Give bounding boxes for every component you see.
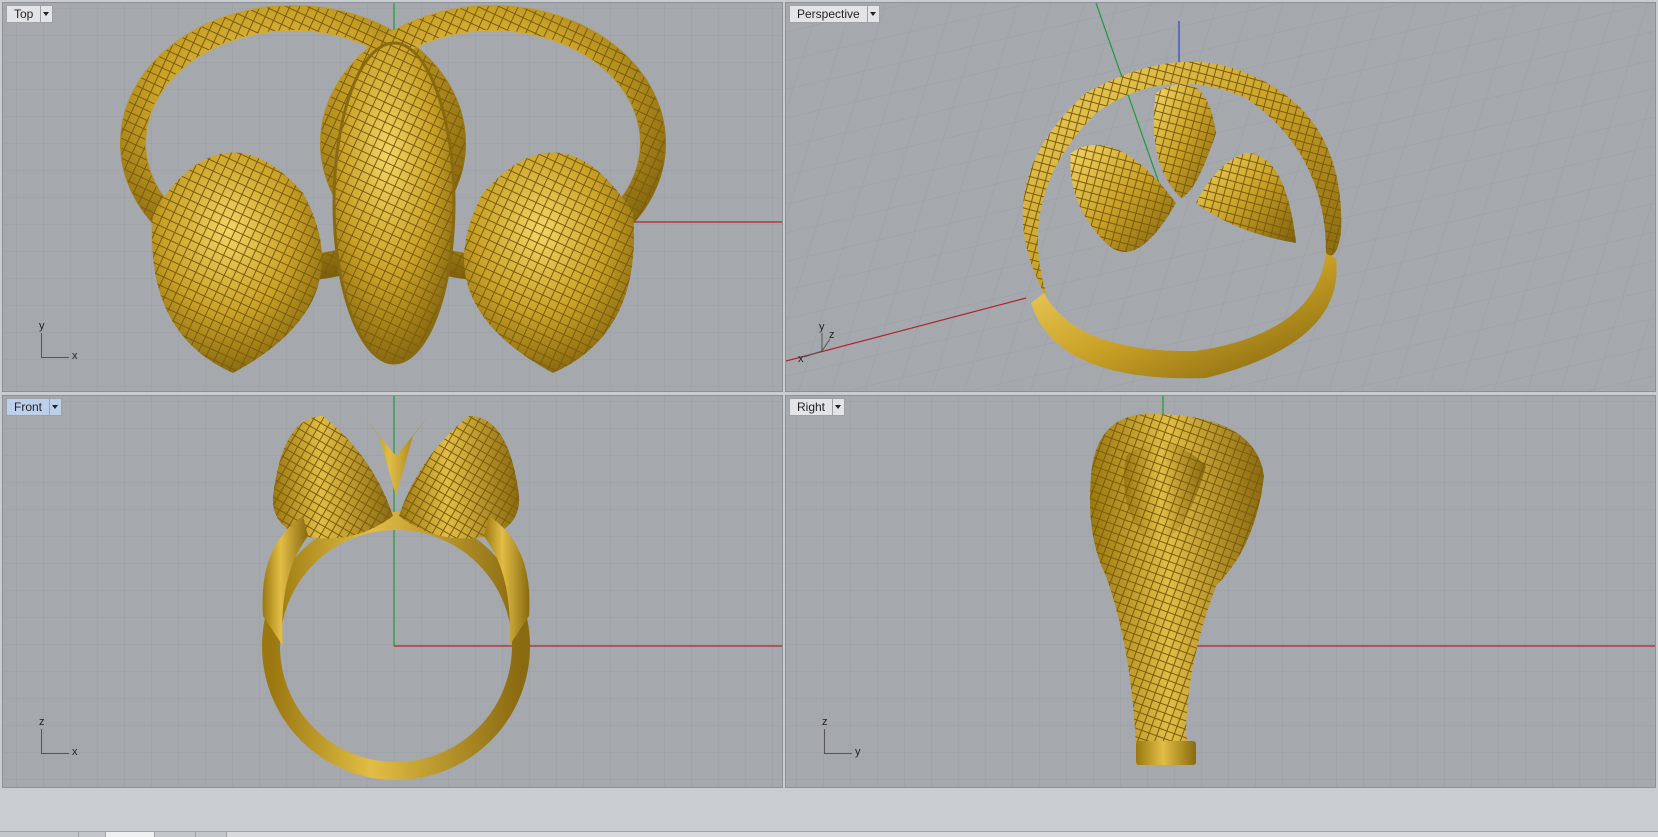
- axis-label-horizontal: x: [72, 746, 78, 758]
- viewport-front[interactable]: Front z x: [2, 395, 783, 788]
- viewport-perspective[interactable]: Perspective y z x: [785, 2, 1656, 392]
- viewport-perspective-canvas[interactable]: [786, 3, 1656, 392]
- axis-label-horizontal: y: [855, 746, 861, 758]
- axis-indicator-icon: z y: [818, 716, 868, 759]
- viewport-tab[interactable]: [0, 832, 79, 837]
- viewport-right-label: Right: [797, 400, 826, 414]
- chevron-down-icon[interactable]: [832, 399, 844, 415]
- viewport-top-title[interactable]: Top: [6, 5, 54, 23]
- axis-label-horizontal: x: [72, 350, 78, 362]
- viewport-top-canvas[interactable]: [3, 3, 783, 392]
- chevron-down-icon[interactable]: [866, 6, 879, 22]
- viewport-tab-strip: [0, 831, 1658, 837]
- rhino-viewports-app: Top y x Perspective y z x Front z x Righ…: [0, 0, 1658, 837]
- viewport-perspective-title[interactable]: Perspective: [789, 5, 880, 23]
- axis-label-y: y: [819, 321, 825, 333]
- viewport-tab[interactable]: [106, 832, 155, 837]
- viewport-tab[interactable]: [196, 832, 227, 837]
- axis-label-vertical: y: [39, 320, 45, 332]
- axis-indicator-icon: y z x: [792, 319, 852, 369]
- axis-label-x: x: [798, 353, 804, 365]
- axis-indicator-icon: y x: [35, 320, 85, 363]
- viewport-perspective-label: Perspective: [797, 7, 860, 21]
- chevron-down-icon[interactable]: [49, 399, 61, 415]
- axis-label-vertical: z: [822, 716, 828, 728]
- viewport-front-title[interactable]: Front: [6, 398, 63, 416]
- viewport-right-title[interactable]: Right: [789, 398, 846, 416]
- axis-label-vertical: z: [39, 716, 45, 728]
- axis-indicator-icon: z x: [35, 716, 85, 759]
- axis-label-z: z: [829, 329, 835, 341]
- viewport-top-label: Top: [14, 7, 34, 21]
- viewport-tab[interactable]: [155, 832, 196, 837]
- chevron-down-icon[interactable]: [40, 6, 52, 22]
- viewport-right[interactable]: Right z y: [785, 395, 1656, 788]
- viewport-top[interactable]: Top y x: [2, 2, 783, 392]
- viewport-front-label: Front: [14, 400, 43, 414]
- viewport-front-canvas[interactable]: [3, 396, 783, 788]
- viewport-right-canvas[interactable]: [786, 396, 1656, 788]
- viewport-tab[interactable]: [79, 832, 106, 837]
